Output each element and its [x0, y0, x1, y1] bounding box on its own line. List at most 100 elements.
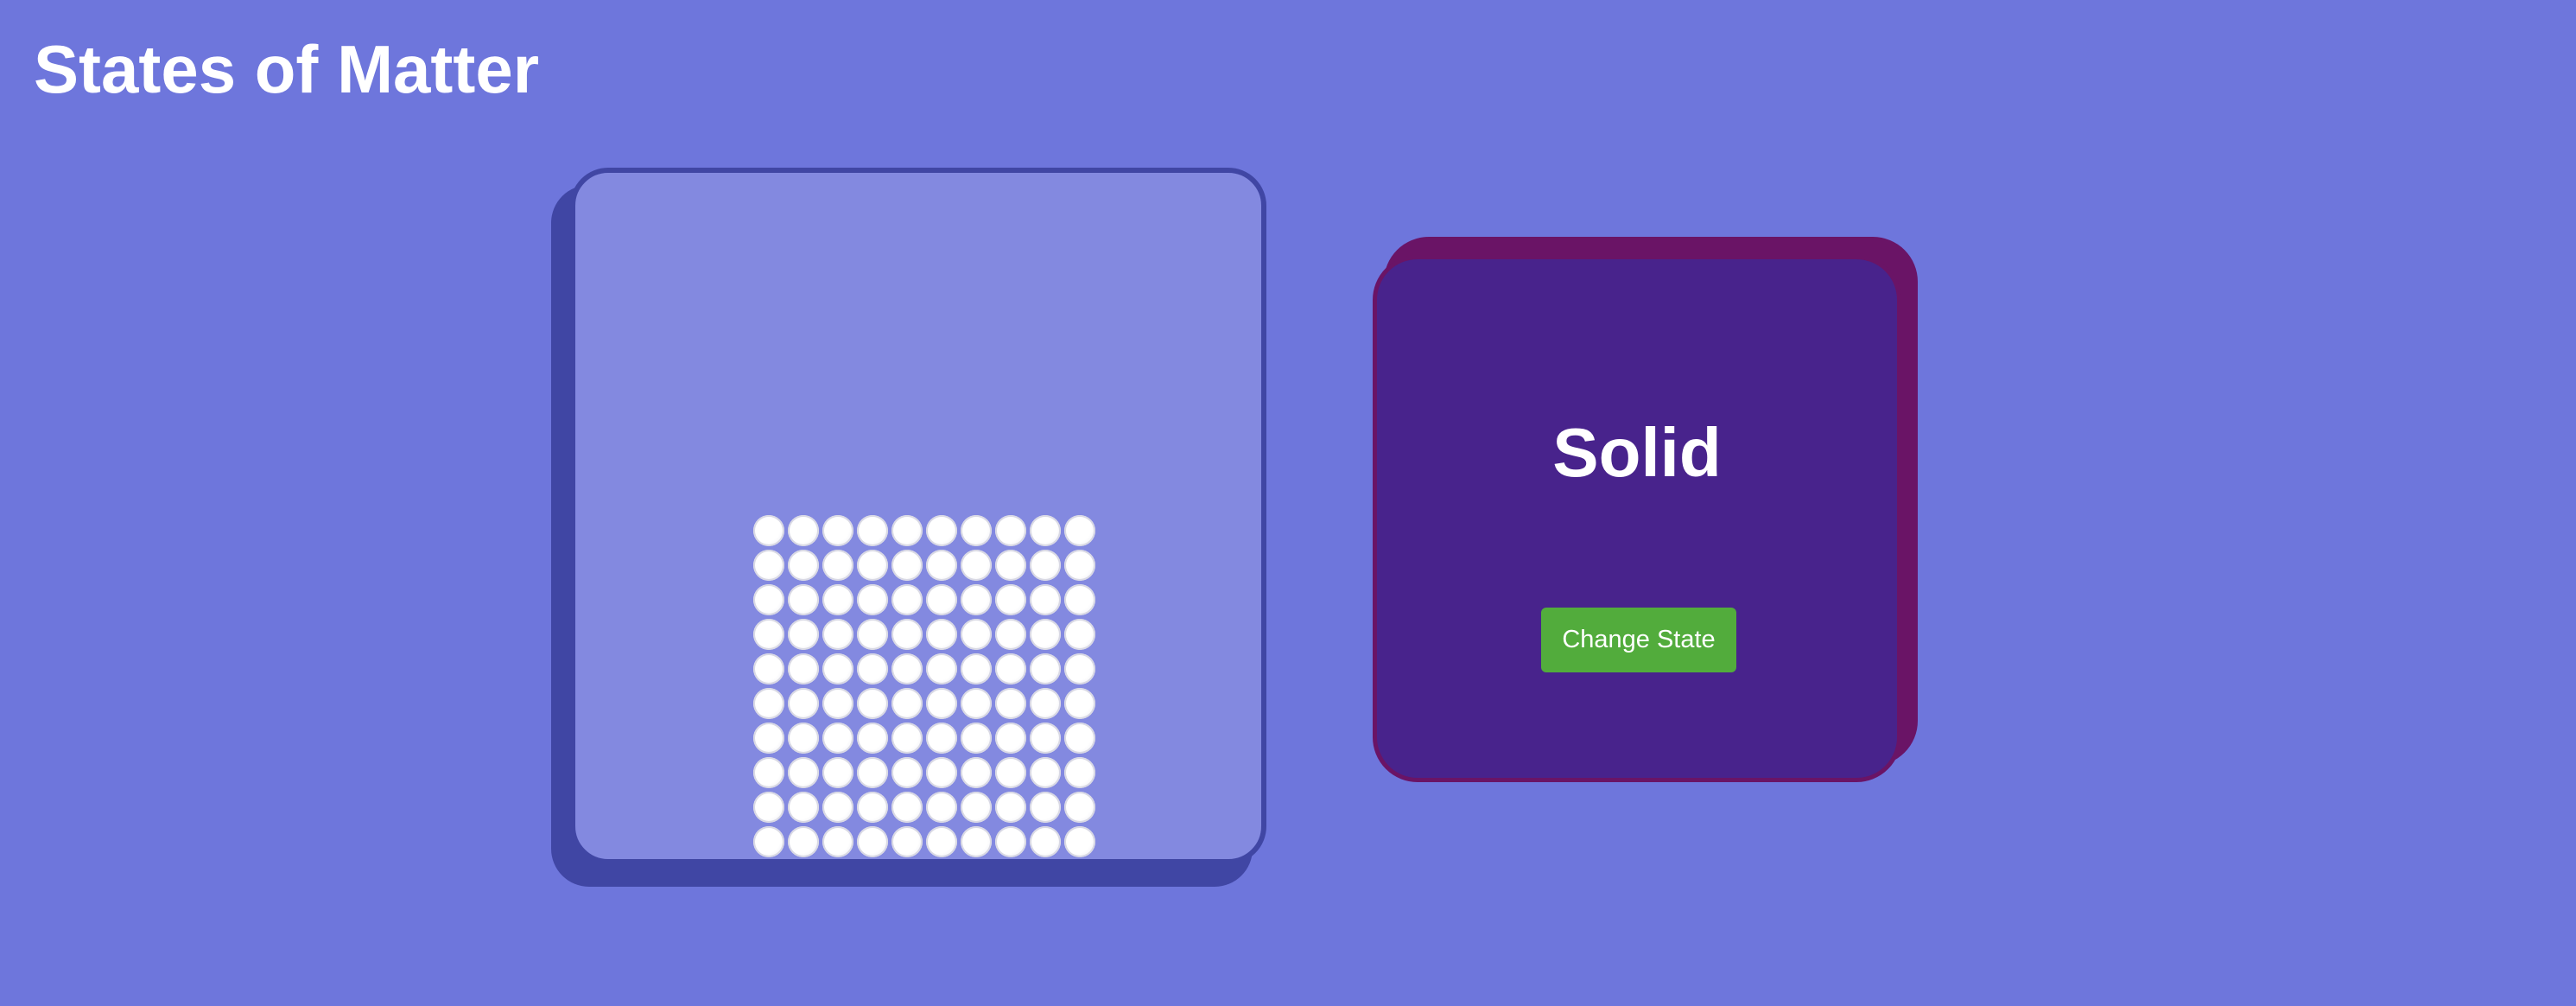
particle — [788, 826, 819, 857]
particle — [822, 550, 853, 581]
particle — [926, 550, 957, 581]
particle — [822, 688, 853, 719]
particle — [995, 723, 1026, 754]
particle — [1064, 550, 1095, 581]
particle — [857, 688, 888, 719]
page-title: States of Matter — [34, 31, 540, 107]
particle — [788, 515, 819, 546]
particle — [926, 792, 957, 823]
particle — [788, 723, 819, 754]
particle — [926, 826, 957, 857]
particle — [891, 515, 923, 546]
particle — [857, 792, 888, 823]
particle — [788, 757, 819, 788]
particle — [891, 550, 923, 581]
particle — [995, 619, 1026, 650]
particle — [961, 757, 992, 788]
particle — [995, 792, 1026, 823]
particle — [753, 723, 784, 754]
particle — [753, 688, 784, 719]
particle — [822, 653, 853, 684]
particle — [753, 653, 784, 684]
particle — [753, 550, 784, 581]
particle — [1030, 723, 1061, 754]
particle — [891, 653, 923, 684]
particle — [926, 584, 957, 615]
particle — [1064, 792, 1095, 823]
particle — [857, 550, 888, 581]
particle — [995, 757, 1026, 788]
particle — [857, 757, 888, 788]
particle — [995, 653, 1026, 684]
particle — [1030, 550, 1061, 581]
particle — [857, 723, 888, 754]
particle — [961, 515, 992, 546]
particle — [995, 515, 1026, 546]
particle — [995, 826, 1026, 857]
particle — [926, 723, 957, 754]
particle — [995, 688, 1026, 719]
particle — [822, 792, 853, 823]
particle — [891, 757, 923, 788]
particle — [788, 792, 819, 823]
particle — [1064, 757, 1095, 788]
particle — [926, 619, 957, 650]
particle — [788, 584, 819, 615]
particle — [1064, 688, 1095, 719]
particle — [1064, 826, 1095, 857]
particle — [1064, 619, 1095, 650]
particle-container — [570, 168, 1266, 864]
particle — [995, 584, 1026, 615]
particle — [961, 688, 992, 719]
particle — [1030, 584, 1061, 615]
particle — [926, 653, 957, 684]
particle — [1064, 653, 1095, 684]
particle — [822, 723, 853, 754]
particle — [961, 653, 992, 684]
particle — [1030, 619, 1061, 650]
particle — [822, 515, 853, 546]
particle — [857, 619, 888, 650]
particle — [891, 826, 923, 857]
particle — [1064, 584, 1095, 615]
particle — [753, 757, 784, 788]
particle — [1030, 757, 1061, 788]
particle — [1030, 653, 1061, 684]
particle — [1030, 792, 1061, 823]
particle — [857, 826, 888, 857]
particle — [961, 826, 992, 857]
particle — [788, 550, 819, 581]
particle — [753, 826, 784, 857]
change-state-button[interactable]: Change State — [1541, 608, 1736, 672]
particle — [891, 584, 923, 615]
particle — [857, 653, 888, 684]
state-label: Solid — [1552, 414, 1722, 491]
particle — [1030, 826, 1061, 857]
particle — [788, 619, 819, 650]
particle — [822, 619, 853, 650]
particle-grid — [752, 513, 1097, 859]
particle — [961, 619, 992, 650]
particle — [891, 688, 923, 719]
particle — [926, 757, 957, 788]
particle — [961, 792, 992, 823]
particle — [1030, 688, 1061, 719]
particle — [822, 826, 853, 857]
particle — [788, 653, 819, 684]
particle — [926, 688, 957, 719]
particle — [753, 792, 784, 823]
particle — [961, 584, 992, 615]
state-card: Solid Change State — [1373, 255, 1901, 782]
particle — [891, 723, 923, 754]
particle — [857, 584, 888, 615]
particle — [788, 688, 819, 719]
particle — [1064, 515, 1095, 546]
particle — [857, 515, 888, 546]
particle — [891, 619, 923, 650]
particle — [1064, 723, 1095, 754]
particle — [753, 515, 784, 546]
particle — [995, 550, 1026, 581]
particle — [822, 757, 853, 788]
particle — [961, 550, 992, 581]
particle — [822, 584, 853, 615]
